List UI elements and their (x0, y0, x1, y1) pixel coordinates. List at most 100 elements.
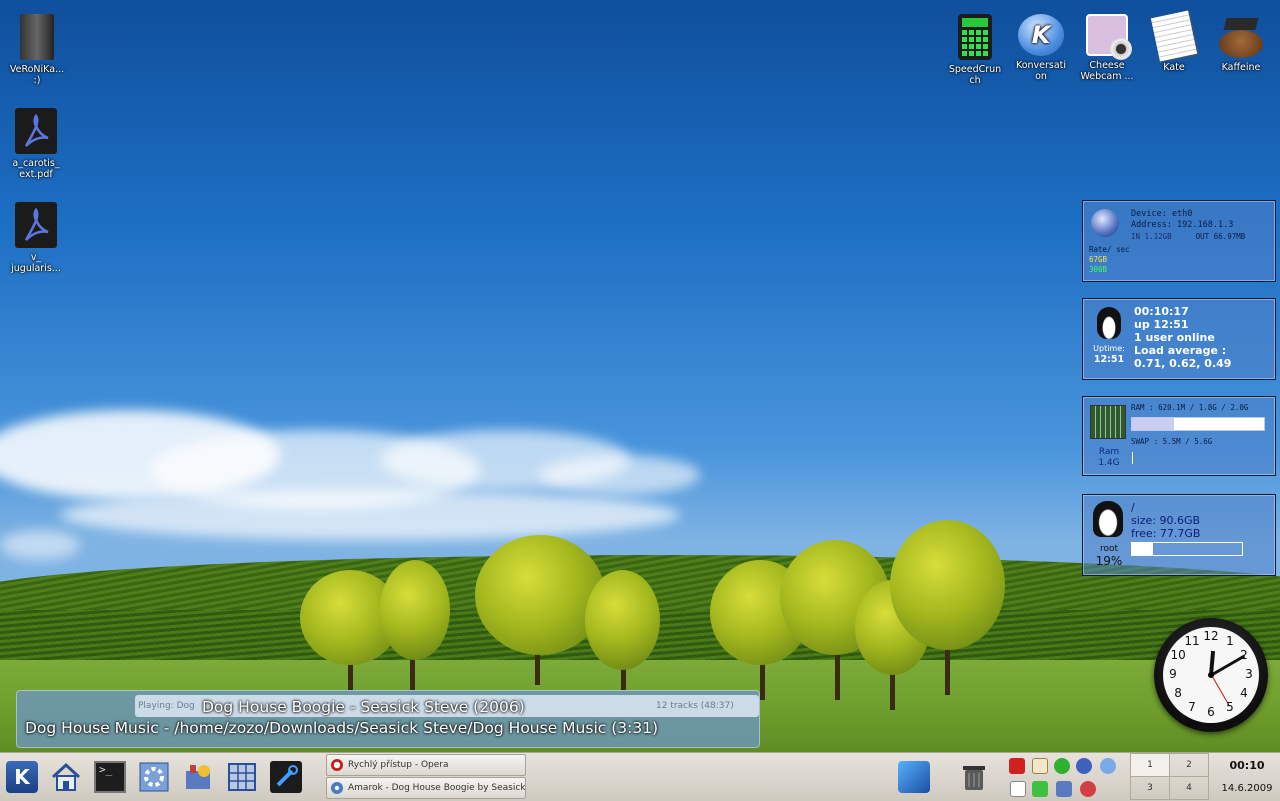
network-globe-icon (1091, 209, 1119, 237)
network-grid-icon[interactable] (226, 761, 258, 793)
task-opera[interactable]: Rychlý přístup - Opera (326, 754, 526, 776)
task-label: Rychlý přístup - Opera (348, 760, 449, 770)
pager-desktop-4[interactable]: 4 (1169, 776, 1209, 800)
terminal-icon[interactable]: >_ (94, 761, 126, 793)
desktop-icon-konversation[interactable]: K Konversati on (1008, 14, 1074, 82)
clock-numeral: 6 (1207, 705, 1215, 719)
osd-tracks: 12 tracks (48:37) (656, 701, 734, 711)
icon-label: SpeedCrun (948, 64, 1002, 75)
clock-numeral: 11 (1184, 634, 1200, 649)
tray-battery-icon[interactable] (1032, 781, 1048, 797)
desktop-icon-kate[interactable]: Kate (1141, 10, 1207, 73)
device-icon (20, 14, 54, 60)
disk-side-value: 19% (1095, 554, 1123, 568)
uptime-widget: Uptime: 12:51 00:10:17 up 12:51 1 user o… (1082, 298, 1276, 380)
clock-face: 12 1 2 3 4 5 6 7 8 9 10 11 (1163, 627, 1259, 723)
taskbar-clock-date: 14.6.2009 (1221, 783, 1273, 794)
desktop-icon-a-carotis-pdf[interactable]: a_carotis_ ext.pdf (3, 108, 69, 180)
uptime-load-values: 0.71, 0.62, 0.49 (1134, 357, 1232, 370)
disk-mount: / (1131, 501, 1135, 514)
network-rate-1: 67GB (1089, 255, 1108, 264)
disk-size: size: 90.6GB (1131, 514, 1201, 527)
amarok-icon (331, 782, 343, 794)
osd-playing-label: Playing: Dog (138, 701, 195, 711)
uptime-up: up 12:51 (1134, 318, 1189, 331)
tux-penguin-icon (1093, 501, 1123, 537)
disk-usage-widget: root 19% / size: 90.6GB free: 77.7GB (1082, 494, 1276, 576)
desktop-cube-icon[interactable] (898, 761, 930, 793)
icon-label: Cheese (1089, 60, 1125, 71)
virtual-desktop-pager: 1 2 3 4 (1130, 753, 1210, 800)
network-monitor-widget: Device: eth0 Address: 192.168.1.3 IN 1.1… (1082, 200, 1276, 282)
network-address: Address: 192.168.1.3 (1131, 220, 1234, 230)
ram-side-value: 1.4G (1098, 458, 1120, 468)
tray-network-icon[interactable] (1076, 758, 1092, 774)
network-rate-label: Rate/ sec (1089, 245, 1130, 254)
system-settings-icon[interactable] (138, 761, 170, 793)
desktop-icon-speedcrunch[interactable]: SpeedCrun ch (942, 14, 1008, 86)
tux-penguin-icon (1097, 307, 1121, 339)
taskbar: K >_ Rychlý přístup - Opera Amarok - Dog… (0, 752, 1280, 801)
clock-numeral: 3 (1245, 667, 1253, 681)
home-folder-icon[interactable] (50, 761, 82, 793)
pager-desktop-1[interactable]: 1 (1130, 753, 1170, 777)
memory-chip-icon (1090, 405, 1126, 439)
kde-menu-icon[interactable]: K (6, 761, 38, 793)
wrench-tool-icon[interactable] (270, 761, 302, 793)
tray-clipboard-icon[interactable] (1010, 781, 1026, 797)
desktop-icon-cheese-webcam[interactable]: Cheese Webcam ... (1074, 14, 1140, 82)
analog-clock-widget: 12 1 2 3 4 5 6 7 8 9 10 11 (1154, 618, 1268, 732)
taskbar-clock[interactable]: 00:10 14.6.2009 (1214, 759, 1280, 794)
tray-volume-icon[interactable] (1080, 781, 1096, 797)
tray-kopete-icon[interactable] (1100, 758, 1116, 774)
icon-label: ext.pdf (19, 169, 53, 180)
ram-usage-text: RAM : 620.1M / 1.8G / 2.0G (1131, 403, 1249, 412)
icon-label: Kate (1163, 62, 1185, 73)
icon-label: jugularis... (11, 263, 61, 274)
ram-usage-bar (1131, 417, 1265, 431)
swap-usage-text: SWAP : 5.5M / 5.6G (1131, 437, 1213, 446)
uptime-side-label: Uptime: (1093, 344, 1125, 353)
now-playing-osd: Playing: Dog 12 tracks (48:37) Dog House… (16, 690, 760, 748)
desktop-icon-v-jugularis[interactable]: v_ jugularis... (3, 202, 69, 274)
icon-label: Kaffeine (1221, 62, 1261, 73)
clock-numeral: 4 (1240, 686, 1248, 700)
opera-icon (331, 759, 343, 771)
icon-label: v_ (30, 252, 42, 263)
trash-icon[interactable] (958, 761, 990, 793)
tray-k-icon[interactable] (1032, 758, 1048, 774)
tray-settings-icon[interactable] (1056, 781, 1072, 797)
uptime-users: 1 user online (1134, 331, 1215, 344)
network-device: Device: eth0 (1131, 209, 1193, 219)
uptime-clock: 00:10:17 (1134, 305, 1189, 318)
taskbar-clock-time: 00:10 (1229, 759, 1265, 772)
task-amarok[interactable]: Amarok - Dog House Boogie by Seasick Ste… (326, 777, 526, 799)
package-manager-icon[interactable] (182, 761, 214, 793)
clock-numeral: 5 (1226, 699, 1234, 714)
disk-usage-bar (1131, 542, 1243, 556)
tray-update-icon[interactable] (1054, 758, 1070, 774)
pager-desktop-2[interactable]: 2 (1169, 753, 1209, 777)
disk-free: free: 77.7GB (1131, 527, 1201, 540)
tray-app-icon[interactable] (1009, 758, 1025, 774)
osd-album-path: Dog House Music - /home/zozo/Downloads/S… (25, 719, 659, 737)
clock-center-dot (1208, 672, 1214, 678)
osd-track-title: Dog House Boogie - Seasick Steve (2006) (202, 698, 525, 716)
media-player-icon (1219, 14, 1263, 58)
pdf-file-icon (15, 202, 57, 248)
icon-label: VeRoNiKa... (9, 64, 65, 75)
icon-label: :) (33, 75, 41, 86)
clock-numeral: 7 (1188, 699, 1196, 714)
icon-label: Konversati (1015, 60, 1067, 71)
task-label: Amarok - Dog House Boogie by Seasick Ste… (348, 783, 526, 793)
clock-numeral: 12 (1203, 629, 1219, 643)
icon-label: Webcam ... (1080, 71, 1134, 82)
desktop-icon-kaffeine[interactable]: Kaffeine (1208, 14, 1274, 73)
icon-label: ch (969, 75, 981, 86)
desktop-icon-veronika[interactable]: VeRoNiKa... :) (4, 14, 70, 86)
clock-numeral: 8 (1174, 686, 1182, 700)
pager-desktop-3[interactable]: 3 (1130, 776, 1170, 800)
ram-monitor-widget: Ram 1.4G RAM : 620.1M / 1.8G / 2.0G SWAP… (1082, 396, 1276, 476)
network-out: OUT 66.97MB (1195, 232, 1246, 241)
clock-numeral: 9 (1169, 667, 1177, 681)
